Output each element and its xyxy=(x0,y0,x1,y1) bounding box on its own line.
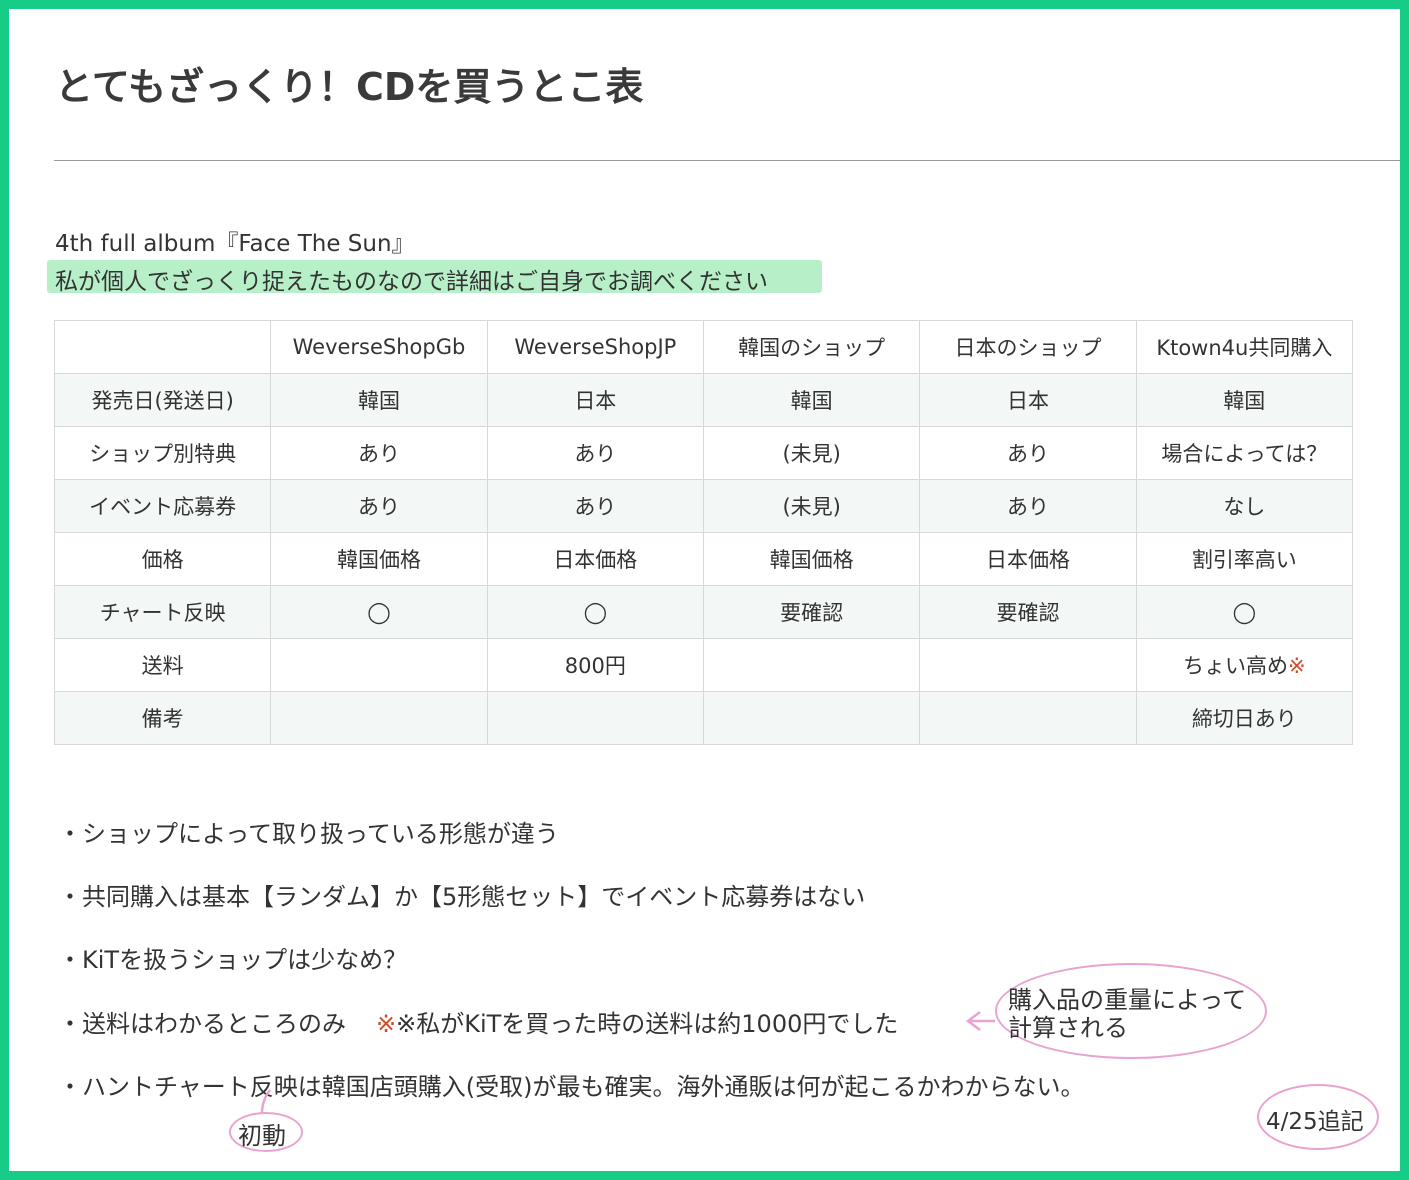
table-cell: 締切日あり xyxy=(1135,691,1354,745)
annotation-added-date: 4/25追記 xyxy=(1266,1109,1364,1135)
bullet-item: ・ハントチャート反映は韓国店頭購入(受取)が最も確実。海外通販は何が起こるかわか… xyxy=(58,1073,1085,1101)
header-japanese-shop: 日本のショップ xyxy=(919,320,1137,374)
table-cell: ◯ xyxy=(486,585,704,639)
header-korean-shop: 韓国のショップ xyxy=(702,320,921,374)
shop-comparison-table: WeverseShopGb WeverseShopJP 韓国のショップ 日本のシ… xyxy=(53,320,1354,745)
table-cell: ◯ xyxy=(1135,585,1354,639)
bullet-item: ・ショップによって取り扱っている形態が違う xyxy=(58,820,559,848)
table-cell: 韓国価格 xyxy=(702,532,921,586)
table-row: 備考 締切日あり xyxy=(53,691,1354,745)
table-cell xyxy=(270,691,488,745)
bullet-shipping-note: ※私がKiTを買った時の送料は約1000円でした xyxy=(396,1010,899,1038)
bullet-item: ・KiTを扱うショップは少なめ？ xyxy=(58,946,408,974)
table-row: チャート反映 ◯ ◯ 要確認 要確認 ◯ xyxy=(53,585,1354,639)
bullet-item: ・共同購入は基本【ランダム】か【5形態セット】でイベント応募券はない xyxy=(58,883,866,911)
header-ktown4u: Ktown4u共同購入 xyxy=(1135,320,1354,374)
table-row: ショップ別特典 あり あり (未見) あり 場合によっては？ xyxy=(53,426,1354,480)
annotation-first-week: 初動 xyxy=(238,1122,286,1150)
table-cell xyxy=(919,691,1137,745)
table-cell: 要確認 xyxy=(919,585,1137,639)
table-cell: 日本価格 xyxy=(486,532,704,586)
row-label: 備考 xyxy=(53,691,272,745)
table-cell: 韓国 xyxy=(1135,373,1354,427)
table-cell: あり xyxy=(486,479,704,533)
table-cell: あり xyxy=(270,426,488,480)
bullet-item: ・送料はわかるところのみ ※※私がKiTを買った時の送料は約1000円でした xyxy=(58,1004,898,1039)
table-cell: 800円 xyxy=(486,638,704,692)
table-cell xyxy=(702,638,921,692)
bullet-shipping-text: ・送料はわかるところのみ xyxy=(58,1010,346,1038)
table-cell: 日本 xyxy=(919,373,1137,427)
table-cell: なし xyxy=(1135,479,1354,533)
table-cell: ちょい高め※ xyxy=(1135,638,1354,692)
table-cell: 日本 xyxy=(486,373,704,427)
table-row: 発売日(発送日) 韓国 日本 韓国 日本 韓国 xyxy=(53,373,1354,427)
table-cell: 韓国 xyxy=(702,373,921,427)
table-cell: あり xyxy=(270,479,488,533)
header-weverseshopjp: WeverseShopJP xyxy=(486,320,704,374)
table-cell xyxy=(486,691,704,745)
table-cell: あり xyxy=(919,479,1137,533)
row-label: 発売日(発送日) xyxy=(53,373,272,427)
table-cell xyxy=(919,638,1137,692)
table-cell: 韓国価格 xyxy=(270,532,488,586)
annotation-weight-line1: 購入品の重量によって xyxy=(1008,986,1247,1014)
annotation-weight: 購入品の重量によって 計算される xyxy=(1008,986,1246,1042)
table-cell: 日本価格 xyxy=(919,532,1137,586)
note-mark: ※ xyxy=(376,1010,397,1038)
table-cell: あり xyxy=(486,426,704,480)
table-cell: (未見) xyxy=(702,479,921,533)
page-title: とてもざっくり！CDを買うとこ表 xyxy=(55,65,644,109)
table-cell xyxy=(270,638,488,692)
table-cell xyxy=(702,691,921,745)
header-cell-empty xyxy=(53,320,272,374)
table-cell: 要確認 xyxy=(702,585,921,639)
table-cell: 場合によっては？ xyxy=(1135,426,1354,480)
table-row: 送料 800円 ちょい高め※ xyxy=(53,638,1354,692)
row-label: 送料 xyxy=(53,638,272,692)
table-row: 価格 韓国価格 日本価格 韓国価格 日本価格 割引率高い xyxy=(53,532,1354,586)
table-cell: 韓国 xyxy=(270,373,488,427)
table-header-row: WeverseShopGb WeverseShopJP 韓国のショップ 日本のシ… xyxy=(53,320,1354,374)
table-cell: あり xyxy=(919,426,1137,480)
header-weverseshopgb: WeverseShopGb xyxy=(270,320,488,374)
row-label: イベント応募券 xyxy=(53,479,272,533)
table-row: イベント応募券 あり あり (未見) あり なし xyxy=(53,479,1354,533)
table-cell: ◯ xyxy=(270,585,488,639)
row-label: ショップ別特典 xyxy=(53,426,272,480)
row-label: チャート反映 xyxy=(53,585,272,639)
album-subtitle: 4th full album『Face The Sun』 xyxy=(55,231,415,257)
table-cell: (未見) xyxy=(702,426,921,480)
disclaimer-note: 私が個人でざっくり捉えたものなので詳細はご自身でお調べください xyxy=(55,269,768,295)
note-mark: ※ xyxy=(1288,654,1306,678)
shipping-value: ちょい高め xyxy=(1183,654,1289,678)
annotation-weight-line2: 計算される xyxy=(1008,1014,1128,1042)
title-divider xyxy=(54,160,1400,161)
row-label: 価格 xyxy=(53,532,272,586)
table-cell: 割引率高い xyxy=(1135,532,1354,586)
